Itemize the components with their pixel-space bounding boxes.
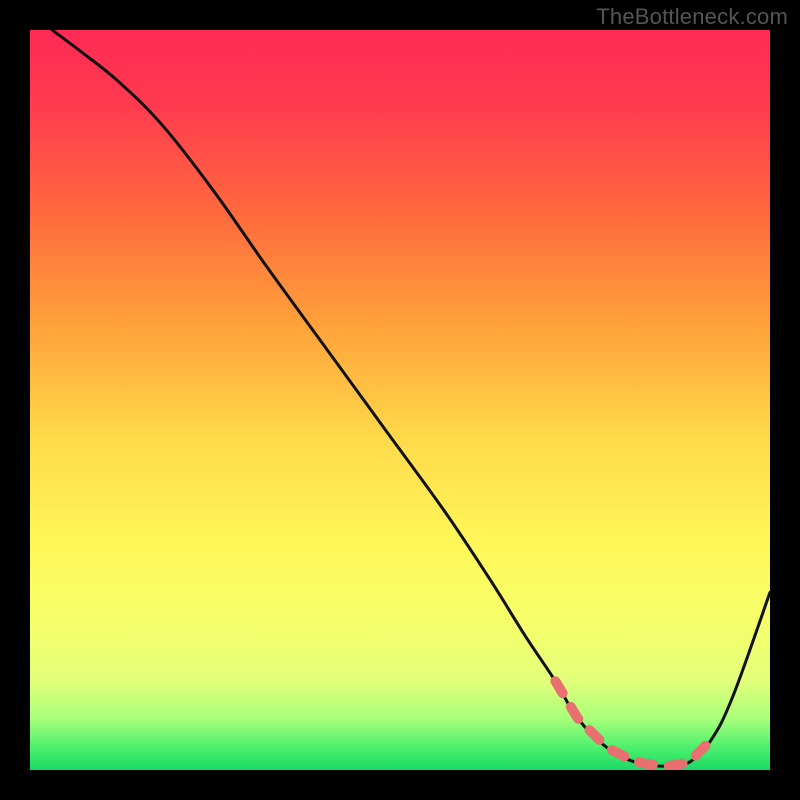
watermark-text: TheBottleneck.com [596, 4, 788, 30]
chart-frame: TheBottleneck.com [0, 0, 800, 800]
gradient-background [30, 30, 770, 770]
plot-area [30, 30, 770, 770]
chart-svg [30, 30, 770, 770]
